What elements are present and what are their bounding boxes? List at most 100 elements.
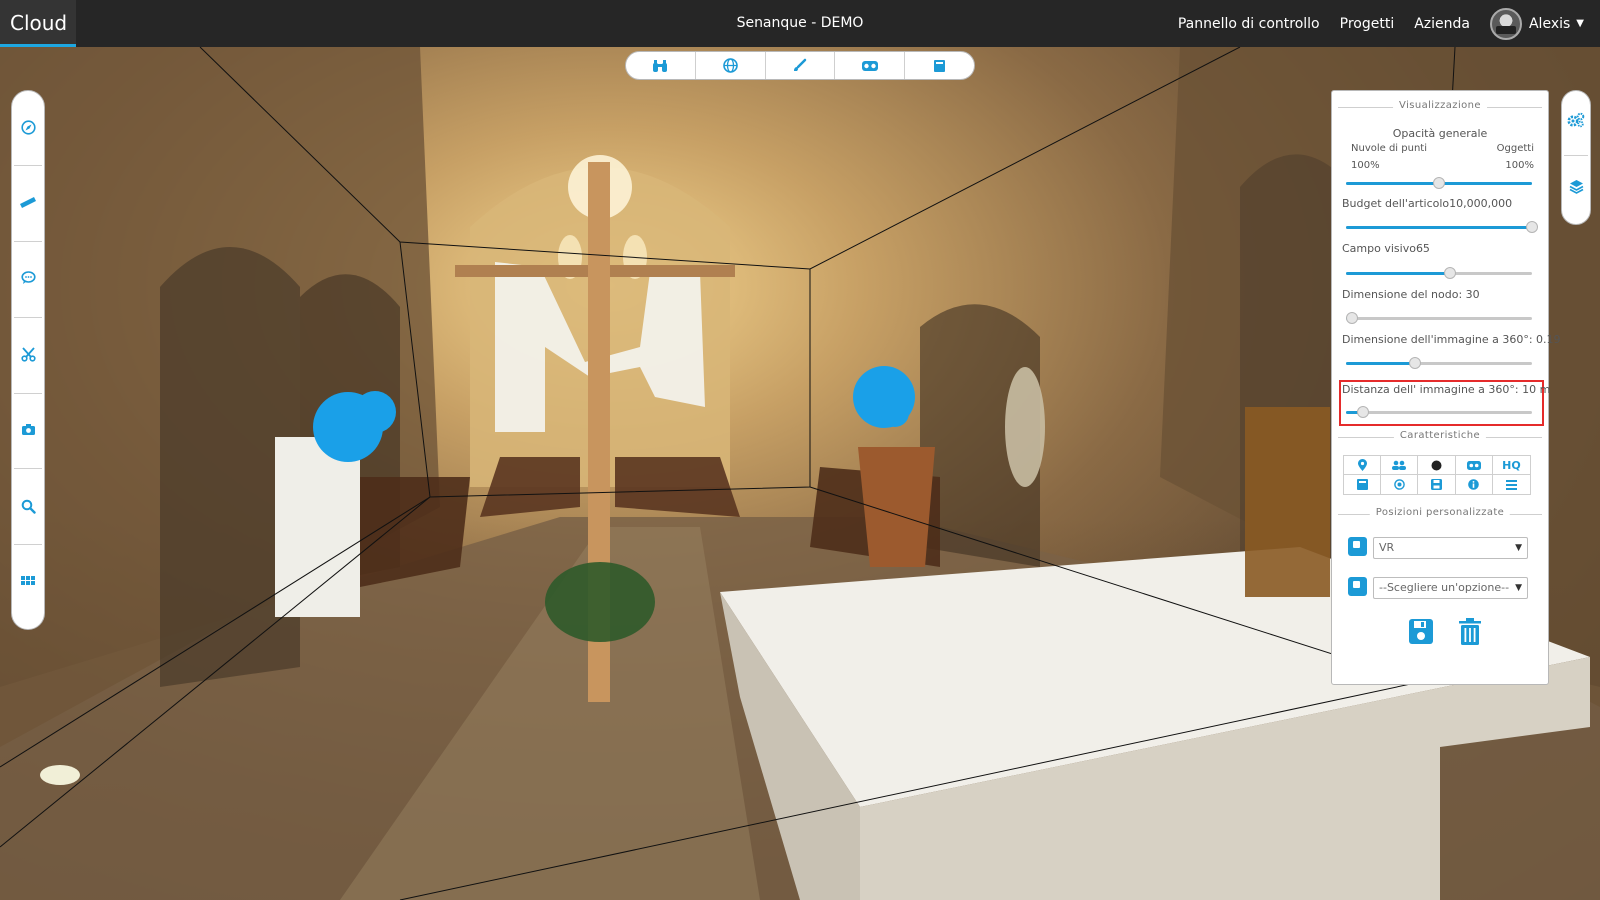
- globe-button[interactable]: [696, 52, 766, 79]
- hq-label: HQ: [1502, 458, 1521, 472]
- search-icon: [21, 499, 36, 514]
- slider-knob[interactable]: [1356, 406, 1369, 418]
- binoculars-icon: [653, 59, 668, 72]
- chevron-down-icon: ▼: [1576, 18, 1584, 29]
- objects-opacity-value: 100%: [1505, 160, 1534, 171]
- grid-icon: [21, 576, 35, 585]
- select-value: --Scegliere un'opzione--: [1379, 581, 1510, 594]
- position-square-icon[interactable]: [1348, 537, 1367, 556]
- slider-knob[interactable]: [1433, 177, 1445, 189]
- book-icon: [934, 59, 946, 72]
- opacity-label: Opacità generale: [1392, 127, 1488, 140]
- comment-icon: [20, 271, 36, 284]
- section-features-title: Caratteristiche: [1393, 430, 1487, 441]
- avatar: [1489, 7, 1522, 40]
- feature-list-button[interactable]: [1493, 475, 1530, 494]
- users-icon: [1392, 460, 1407, 470]
- opacity-balance-slider[interactable]: [1346, 176, 1532, 190]
- top-navbar: Cloud Senanque - DEMO Pannello di contro…: [0, 0, 1600, 47]
- compass-icon: [20, 119, 36, 135]
- layers-icon: [1569, 179, 1583, 194]
- slider-knob[interactable]: [1444, 267, 1457, 279]
- settings-panel: Visualizzazione Opacità generale Nuvole …: [1331, 90, 1561, 685]
- position-select-option[interactable]: --Scegliere un'opzione-- ▼: [1373, 577, 1528, 599]
- save-position-button[interactable]: [1407, 616, 1435, 646]
- features-grid: HQ: [1343, 455, 1531, 495]
- measure-button[interactable]: [12, 187, 44, 217]
- trash-icon: [1459, 617, 1481, 645]
- section-positions: Posizioni personalizzate: [1332, 507, 1548, 521]
- image360-distance-label: Distanza dell' immagine a 360°: 10 m: [1342, 383, 1551, 396]
- feature-save-button[interactable]: [1418, 475, 1456, 494]
- slider-knob[interactable]: [1408, 357, 1421, 369]
- annotation-button[interactable]: [12, 263, 44, 293]
- feature-users-button[interactable]: [1381, 456, 1419, 475]
- navigation-mode-button[interactable]: [626, 52, 696, 79]
- delete-position-button[interactable]: [1456, 616, 1484, 646]
- image360-size-slider[interactable]: [1346, 356, 1532, 370]
- feature-vr-button[interactable]: [1455, 456, 1493, 475]
- feature-info-button[interactable]: [1456, 475, 1493, 494]
- circle-icon: [1431, 460, 1442, 470]
- target-icon: [1393, 479, 1405, 490]
- layers-button[interactable]: [1562, 171, 1590, 201]
- feature-point-button[interactable]: [1418, 456, 1456, 475]
- section-features: Caratteristiche: [1332, 430, 1548, 444]
- book-icon: [1356, 479, 1368, 490]
- nav-links: Pannello di controllo Progetti Azienda A…: [1158, 0, 1584, 47]
- compass-button[interactable]: [12, 112, 44, 142]
- feature-target-button[interactable]: [1381, 475, 1419, 494]
- position-square-icon[interactable]: [1348, 577, 1367, 596]
- chevron-down-icon: ▼: [1515, 543, 1522, 553]
- point-budget-label: Budget dell'articolo10,000,000: [1342, 197, 1513, 210]
- feature-book-button[interactable]: [1344, 475, 1382, 494]
- feature-hq-button[interactable]: HQ: [1492, 456, 1530, 475]
- section-positions-title: Posizioni personalizzate: [1369, 507, 1511, 518]
- pointclouds-opacity-value: 100%: [1351, 160, 1380, 171]
- brand-logo[interactable]: Cloud: [0, 0, 76, 47]
- fov-slider[interactable]: [1346, 266, 1532, 280]
- cogs-icon: [1567, 112, 1585, 128]
- section-visualization: Visualizzazione: [1332, 100, 1548, 114]
- map-marker-icon: [1357, 459, 1367, 471]
- image360-distance-slider[interactable]: [1346, 405, 1532, 419]
- clipping-button[interactable]: [12, 339, 44, 369]
- position-select-vr[interactable]: VR ▼: [1373, 537, 1528, 559]
- nav-link-control-panel[interactable]: Pannello di controllo: [1178, 16, 1320, 32]
- user-menu[interactable]: Alexis ▼: [1489, 7, 1584, 40]
- select-value: VR: [1379, 541, 1395, 554]
- chevron-down-icon: ▼: [1515, 583, 1522, 593]
- feature-marker-button[interactable]: [1344, 456, 1382, 475]
- floppy-disk-icon: [1409, 618, 1433, 644]
- node-size-slider[interactable]: [1345, 311, 1532, 325]
- slider-knob[interactable]: [1526, 221, 1538, 233]
- book-button[interactable]: [905, 52, 974, 79]
- scissors-icon: [20, 346, 36, 362]
- section-visualization-title: Visualizzazione: [1393, 100, 1487, 111]
- point-budget-slider[interactable]: [1346, 220, 1538, 234]
- camera-button[interactable]: [12, 414, 44, 444]
- right-toolbar: [1561, 90, 1591, 225]
- globe-icon: [722, 58, 738, 73]
- brush-button[interactable]: [766, 52, 836, 79]
- left-toolbar: [11, 90, 45, 630]
- ruler-icon: [20, 197, 36, 208]
- objects-label: Oggetti: [1496, 143, 1534, 154]
- vr-button[interactable]: [835, 52, 906, 79]
- fov-label: Campo visivo65: [1342, 242, 1430, 255]
- image360-size-label: Dimensione dell'immagine a 360°: 0.19: [1342, 333, 1561, 346]
- list-icon: [1505, 479, 1517, 490]
- vr-headset-icon: [1466, 460, 1481, 470]
- nav-link-projects[interactable]: Progetti: [1340, 16, 1395, 32]
- vr-headset-icon: [861, 60, 878, 71]
- pointclouds-label: Nuvole di punti: [1351, 143, 1427, 154]
- node-size-label: Dimensione del nodo: 30: [1342, 288, 1480, 301]
- nav-link-company[interactable]: Azienda: [1414, 16, 1470, 32]
- settings-button[interactable]: [1562, 105, 1590, 135]
- slider-knob[interactable]: [1345, 312, 1358, 324]
- search-button[interactable]: [12, 491, 44, 521]
- apps-button[interactable]: [12, 566, 44, 596]
- floppy-disk-icon: [1430, 479, 1442, 490]
- top-toolbar: [625, 51, 975, 80]
- brush-icon: [794, 58, 807, 71]
